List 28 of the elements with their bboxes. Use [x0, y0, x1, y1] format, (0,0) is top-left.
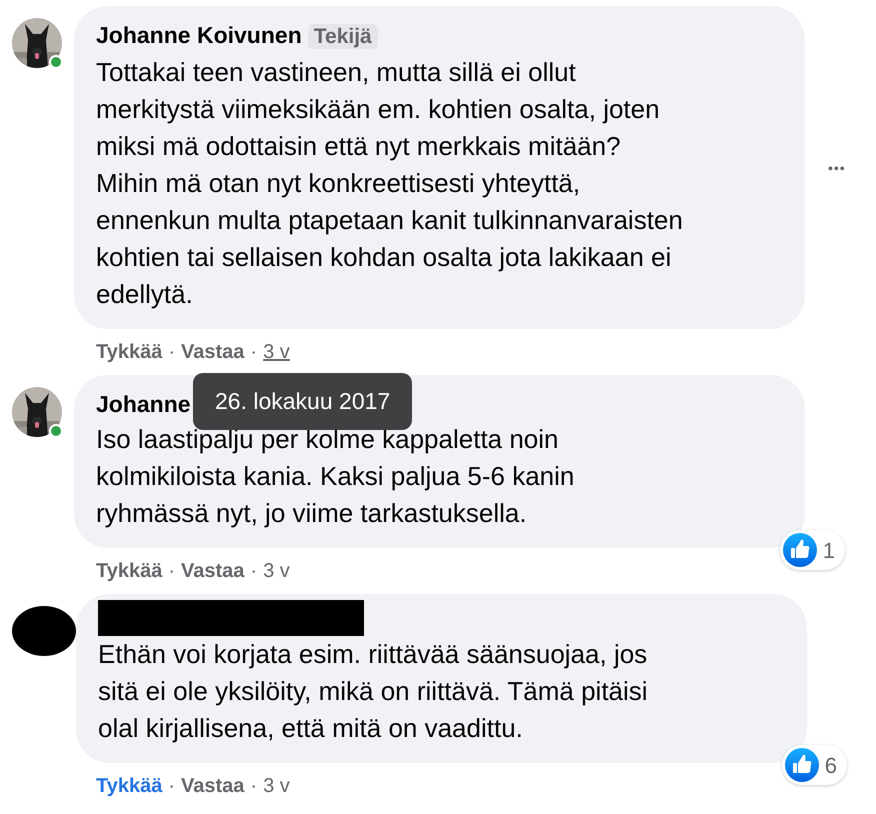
comment-text: Tottakai teen vastineen, mutta sillä ei ollut merkitystä viimeksikään em. kohtien osalta, joten miksi mä odottaisin että nyt merkkais mitään? Mihin mä otan nyt konkreettisesti yhteyttä, ennenkun multa ptapetaan kanit tulkinnanvaraisten kohtien tai sellaisen kohdan osalta jota lakikaan ei edellytä. — [96, 56, 683, 311]
reply-link[interactable]: Vastaa — [181, 556, 244, 586]
reaction-count[interactable]: 1 — [780, 530, 845, 570]
more-options-icon[interactable]: ••• — [828, 158, 846, 179]
author-name[interactable]: Johanne Koivunen — [96, 22, 302, 48]
timestamp-link[interactable]: 3 v — [263, 556, 290, 586]
separator-dot: · — [250, 774, 258, 799]
reaction-count[interactable]: 6 — [782, 745, 847, 785]
separator-dot: · — [250, 559, 258, 584]
reaction-number: 6 — [824, 752, 837, 780]
like-link[interactable]: Tykkää — [96, 556, 162, 586]
date-tooltip: 26. lokakuu 2017 — [193, 373, 412, 430]
like-link[interactable]: Tykkää — [96, 337, 162, 367]
author-name[interactable]: Johanne — [96, 391, 191, 417]
comment-text: Ethän voi korjata esim. riittävää säänsuojaa, jos sitä ei ole yksilöity, mikä on riittävä. Tämä pitäisi olal kirjallisena, että mitä on vaadittu. — [98, 638, 648, 745]
like-link[interactable]: Tykkää — [96, 771, 162, 801]
reaction-number: 1 — [822, 536, 835, 564]
reply-link[interactable]: Vastaa — [181, 337, 244, 367]
thumbs-up-icon — [782, 533, 817, 567]
separator-dot: · — [168, 340, 176, 365]
author-tag: Tekijä — [308, 24, 378, 49]
separator-dot: · — [250, 340, 258, 365]
thumbs-up-icon — [784, 748, 819, 782]
separator-dot: · — [168, 559, 176, 584]
timestamp-link[interactable]: 3 v — [263, 771, 290, 801]
reply-link[interactable]: Vastaa — [181, 771, 244, 801]
separator-dot: · — [168, 774, 176, 799]
timestamp-link[interactable]: 3 v — [263, 337, 290, 367]
